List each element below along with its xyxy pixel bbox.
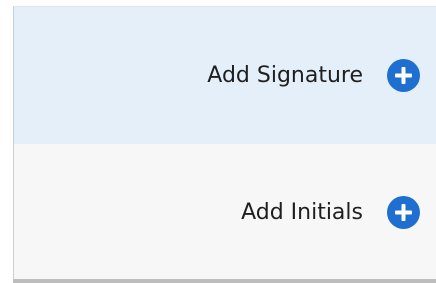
add-initials-label: Add Initials — [241, 199, 363, 225]
add-signature-label: Add Signature — [207, 63, 363, 88]
plus-circle-icon — [387, 59, 420, 92]
add-initials-menu-item[interactable]: Add Initials — [14, 144, 436, 280]
plus-circle-icon — [387, 195, 420, 229]
signature-menu: Add Signature Add Initials — [13, 6, 436, 280]
menu-bottom-border — [13, 279, 436, 283]
add-signature-menu-item[interactable]: Add Signature — [14, 7, 436, 144]
